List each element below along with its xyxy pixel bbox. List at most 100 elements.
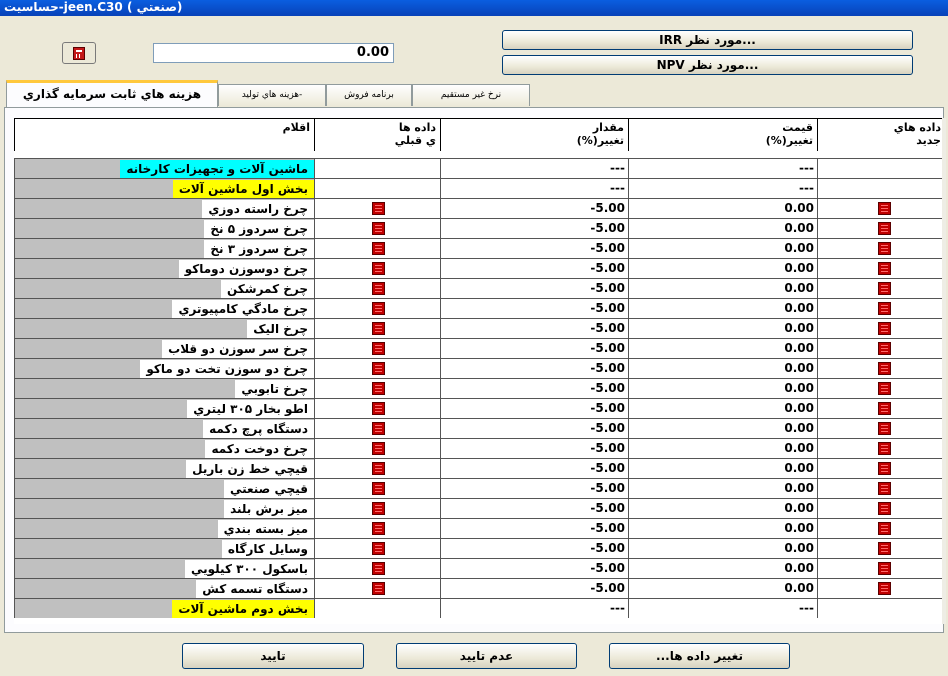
- red-grid-icon[interactable]: [372, 482, 385, 495]
- red-grid-icon[interactable]: [372, 322, 385, 335]
- red-grid-icon[interactable]: [878, 242, 891, 255]
- table-row: دستگاه پرچ دكمه -5.00 0.00: [14, 418, 946, 438]
- qty-change-cell[interactable]: -5.00: [440, 358, 628, 378]
- red-grid-icon[interactable]: [372, 562, 385, 575]
- red-grid-icon[interactable]: [878, 442, 891, 455]
- red-grid-icon[interactable]: [372, 422, 385, 435]
- price-change-cell[interactable]: 0.00: [628, 558, 817, 578]
- red-grid-icon[interactable]: [372, 262, 385, 275]
- qty-change-cell[interactable]: -5.00: [440, 198, 628, 218]
- red-grid-icon[interactable]: [878, 482, 891, 495]
- price-change-cell[interactable]: 0.00: [628, 198, 817, 218]
- price-change-cell[interactable]: 0.00: [628, 258, 817, 278]
- red-grid-icon[interactable]: [878, 582, 891, 595]
- price-change-cell[interactable]: 0.00: [628, 338, 817, 358]
- red-grid-icon[interactable]: [878, 422, 891, 435]
- qty-change-cell[interactable]: ---: [440, 158, 628, 178]
- red-grid-icon[interactable]: [372, 222, 385, 235]
- price-change-cell[interactable]: 0.00: [628, 418, 817, 438]
- price-change-cell[interactable]: 0.00: [628, 358, 817, 378]
- price-change-cell[interactable]: 0.00: [628, 218, 817, 238]
- item-cell: چرخ سردوز ۵ نخ: [14, 218, 314, 238]
- qty-change-cell[interactable]: -5.00: [440, 258, 628, 278]
- red-grid-icon[interactable]: [372, 202, 385, 215]
- red-grid-icon[interactable]: [878, 202, 891, 215]
- price-change-cell[interactable]: 0.00: [628, 298, 817, 318]
- red-grid-icon[interactable]: [372, 342, 385, 355]
- qty-change-cell[interactable]: -5.00: [440, 498, 628, 518]
- calculator-button[interactable]: [62, 42, 96, 64]
- price-change-cell[interactable]: 0.00: [628, 538, 817, 558]
- price-change-cell[interactable]: 0.00: [628, 238, 817, 258]
- red-grid-icon[interactable]: [878, 302, 891, 315]
- price-change-cell[interactable]: 0.00: [628, 578, 817, 598]
- qty-change-cell[interactable]: -5.00: [440, 578, 628, 598]
- red-grid-icon[interactable]: [372, 362, 385, 375]
- qty-change-cell[interactable]: ---: [440, 598, 628, 618]
- qty-change-cell[interactable]: -5.00: [440, 518, 628, 538]
- red-grid-icon[interactable]: [372, 462, 385, 475]
- red-grid-icon[interactable]: [372, 542, 385, 555]
- red-grid-icon[interactable]: [372, 282, 385, 295]
- qty-change-cell[interactable]: -5.00: [440, 398, 628, 418]
- red-grid-icon[interactable]: [372, 442, 385, 455]
- qty-change-cell[interactable]: -5.00: [440, 418, 628, 438]
- red-grid-icon[interactable]: [878, 522, 891, 535]
- price-change-cell[interactable]: 0.00: [628, 438, 817, 458]
- red-grid-icon[interactable]: [878, 402, 891, 415]
- vertical-scrollbar[interactable]: [942, 118, 946, 624]
- qty-change-cell[interactable]: ---: [440, 178, 628, 198]
- qty-change-cell[interactable]: -5.00: [440, 338, 628, 358]
- price-change-cell[interactable]: ---: [628, 598, 817, 618]
- red-grid-icon[interactable]: [878, 362, 891, 375]
- price-change-cell[interactable]: 0.00: [628, 478, 817, 498]
- qty-change-cell[interactable]: -5.00: [440, 218, 628, 238]
- price-change-cell[interactable]: 0.00: [628, 378, 817, 398]
- price-change-cell[interactable]: 0.00: [628, 398, 817, 418]
- red-grid-icon[interactable]: [878, 462, 891, 475]
- qty-change-cell[interactable]: -5.00: [440, 458, 628, 478]
- qty-change-cell[interactable]: -5.00: [440, 558, 628, 578]
- tab-indirect-rate[interactable]: نرخ غير مستقيم: [412, 84, 530, 106]
- red-grid-icon[interactable]: [878, 282, 891, 295]
- irr-target-button[interactable]: IRR مورد نظر...: [502, 30, 913, 50]
- tab-fixed-investment[interactable]: هزينه هاي ثابت سرمايه گذاري: [6, 80, 218, 108]
- red-grid-icon[interactable]: [372, 502, 385, 515]
- price-change-cell[interactable]: 0.00: [628, 518, 817, 538]
- result-value-field[interactable]: 0.00: [153, 43, 394, 63]
- red-grid-icon[interactable]: [878, 262, 891, 275]
- red-grid-icon[interactable]: [372, 382, 385, 395]
- red-grid-icon[interactable]: [372, 582, 385, 595]
- price-change-cell[interactable]: 0.00: [628, 458, 817, 478]
- red-grid-icon[interactable]: [878, 222, 891, 235]
- qty-change-cell[interactable]: -5.00: [440, 378, 628, 398]
- qty-change-cell[interactable]: -5.00: [440, 278, 628, 298]
- red-grid-icon[interactable]: [878, 502, 891, 515]
- price-change-cell[interactable]: 0.00: [628, 318, 817, 338]
- red-grid-icon[interactable]: [372, 402, 385, 415]
- qty-change-cell[interactable]: -5.00: [440, 438, 628, 458]
- tab-production-costs[interactable]: هزينه هاي توليد-: [218, 84, 326, 106]
- red-grid-icon[interactable]: [878, 562, 891, 575]
- red-grid-icon[interactable]: [878, 342, 891, 355]
- price-change-cell[interactable]: 0.00: [628, 278, 817, 298]
- price-change-cell[interactable]: 0.00: [628, 498, 817, 518]
- qty-change-cell[interactable]: -5.00: [440, 238, 628, 258]
- red-grid-icon[interactable]: [878, 322, 891, 335]
- qty-change-cell[interactable]: -5.00: [440, 318, 628, 338]
- cancel-button[interactable]: عدم تاييد: [396, 643, 577, 669]
- price-change-cell[interactable]: ---: [628, 178, 817, 198]
- qty-change-cell[interactable]: -5.00: [440, 538, 628, 558]
- tab-sales-plan[interactable]: برنامه فروش: [326, 84, 412, 106]
- qty-change-cell[interactable]: -5.00: [440, 478, 628, 498]
- red-grid-icon[interactable]: [878, 382, 891, 395]
- qty-change-cell[interactable]: -5.00: [440, 298, 628, 318]
- change-data-button[interactable]: تغيير داده ها...: [609, 643, 790, 669]
- red-grid-icon[interactable]: [372, 242, 385, 255]
- price-change-cell[interactable]: ---: [628, 158, 817, 178]
- ok-button[interactable]: تاييد: [182, 643, 364, 669]
- red-grid-icon[interactable]: [372, 522, 385, 535]
- red-grid-icon[interactable]: [372, 302, 385, 315]
- red-grid-icon[interactable]: [878, 542, 891, 555]
- npv-target-button[interactable]: NPV مورد نظر...: [502, 55, 913, 75]
